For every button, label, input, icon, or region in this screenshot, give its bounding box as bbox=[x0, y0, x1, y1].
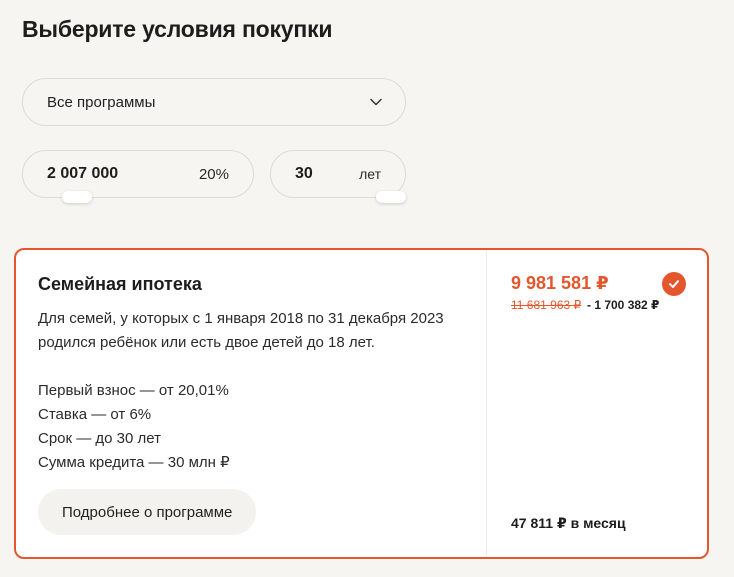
program-select[interactable]: Все программы bbox=[22, 78, 406, 126]
monthly-payment: 47 811 ₽ в месяц bbox=[511, 515, 626, 531]
page-title: Выберите условия покупки bbox=[22, 16, 333, 42]
feature-item: Ставка — от 6% bbox=[38, 406, 152, 423]
down-payment-percent: 20% bbox=[198, 165, 229, 183]
offer-pricing: 9 981 581 ₽ 11 681 963 ₽ - 1 700 382 ₽ 4… bbox=[487, 250, 707, 557]
price-value: 2 007 000 bbox=[47, 165, 119, 182]
offer-title: Семейная ипотека bbox=[38, 274, 202, 294]
term-slider-handle[interactable] bbox=[376, 191, 406, 203]
price-slider-handle[interactable] bbox=[62, 191, 92, 203]
feature-item: Срок — до 30 лет bbox=[38, 430, 161, 447]
term-value: 30 bbox=[295, 165, 313, 182]
feature-item: Первый взнос — от 20,01% bbox=[38, 382, 229, 399]
offer-features: Первый взнос — от 20,01% Ставка — от 6% … bbox=[38, 379, 464, 475]
offer-card[interactable]: Семейная ипотека Для семей, у которых с … bbox=[14, 248, 709, 559]
program-select-value: Все программы bbox=[47, 93, 156, 111]
offer-info: Семейная ипотека Для семей, у которых с … bbox=[16, 250, 486, 557]
price-discount: - 1 700 382 ₽ bbox=[587, 298, 660, 312]
chevron-down-icon bbox=[370, 98, 382, 106]
price-old: 11 681 963 ₽ bbox=[511, 298, 582, 312]
offer-description: Для семей, у которых с 1 января 2018 по … bbox=[38, 310, 444, 351]
term-unit: лет bbox=[359, 166, 381, 182]
program-details-button[interactable]: Подробнее о программе bbox=[38, 489, 257, 535]
price-field[interactable]: 2 007 000 20% bbox=[22, 150, 254, 198]
check-icon bbox=[669, 280, 679, 288]
selected-check-icon[interactable] bbox=[662, 272, 686, 296]
feature-item: Сумма кредита — 30 млн ₽ bbox=[38, 454, 230, 471]
price-new: 9 981 581 ₽ bbox=[511, 273, 609, 293]
